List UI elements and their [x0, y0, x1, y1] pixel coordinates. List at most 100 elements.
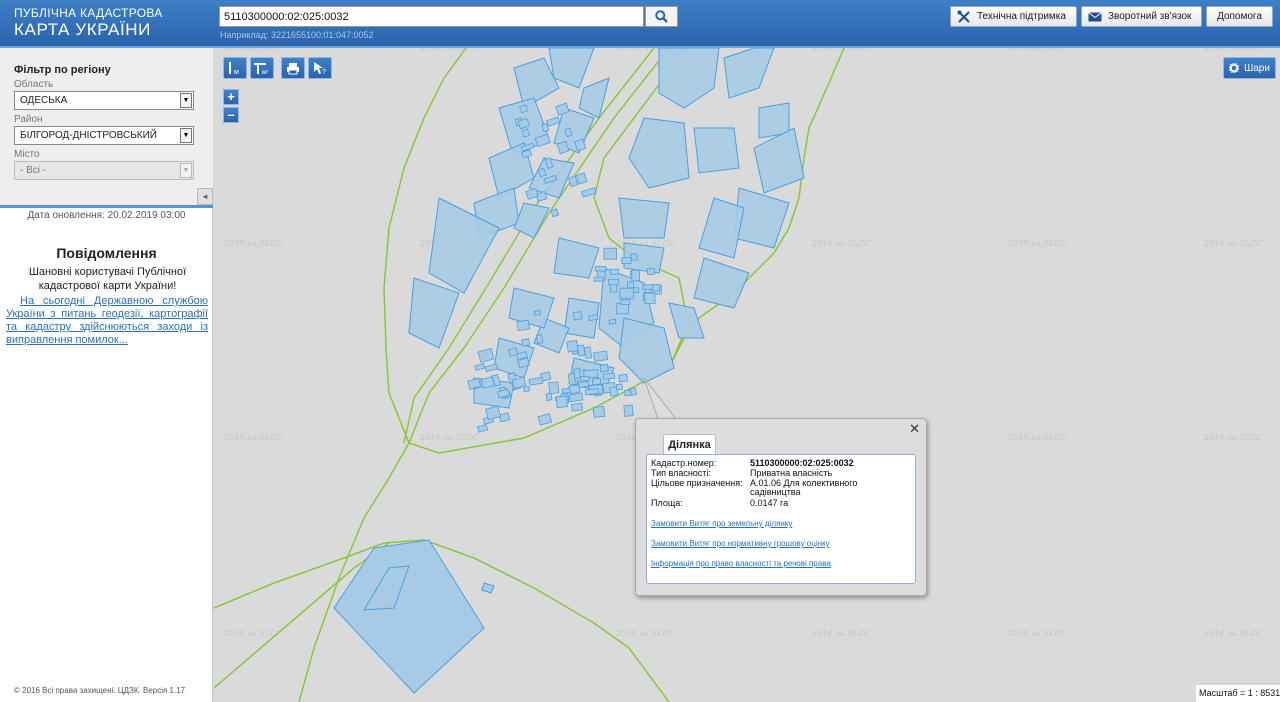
- parcel-shape: [484, 363, 499, 373]
- parcel-shape: [555, 395, 568, 409]
- watermark-text: 2018.на.SLCC: [1203, 239, 1263, 248]
- order-extract-link[interactable]: Замовити Витяг про земельну ділянку: [651, 519, 792, 528]
- watermark-text: 2018.на.SLCC: [1203, 433, 1263, 442]
- parcel-shape: [535, 334, 544, 344]
- notice-title: Повідомлення: [56, 245, 157, 261]
- parcel-shape: [631, 269, 640, 282]
- parcel-shape: [516, 319, 531, 332]
- purpose-value: А.01.06 Для колективного садівництва: [750, 478, 858, 497]
- chevron-down-icon: ▼: [180, 163, 192, 178]
- watermark-text: 2018.на.SLCC: [811, 48, 871, 52]
- cadastre-number-value: 5110300000:02:025:0032: [750, 458, 854, 468]
- parcel-shape: [575, 172, 588, 185]
- parcel-shape: [519, 104, 529, 114]
- raion-label: Район: [14, 114, 43, 125]
- collapse-panel-button[interactable]: ◄: [197, 188, 213, 205]
- oblast-label: Область: [14, 79, 54, 90]
- raion-select[interactable]: БІЛГОРОД-ДНІСТРОВСЬКИЙ ▼: [14, 126, 194, 145]
- search-button[interactable]: [645, 6, 678, 27]
- layers-label: Шари: [1244, 62, 1270, 74]
- parcel-shape: [588, 313, 599, 321]
- ownership-info-link[interactable]: Інформація про право власності та речові…: [651, 559, 831, 568]
- help-button[interactable]: Допомога: [1206, 6, 1273, 27]
- parcel-shape: [485, 405, 502, 421]
- popup-body: Кадастр.номер: 5110300000:02:025:0032 Ти…: [646, 454, 916, 584]
- parcel-shape: [616, 302, 629, 315]
- tab-parcel[interactable]: Ділянка: [663, 434, 716, 455]
- layers-button[interactable]: Шари: [1223, 57, 1276, 79]
- cursor-question-icon: ?: [314, 62, 326, 75]
- raion-value: БІЛГОРОД-ДНІСТРОВСЬКИЙ: [20, 130, 157, 141]
- copyright: © 2016 Всі права захищені. ЦДЗК. Версія …: [14, 686, 186, 695]
- measure-area-button[interactable]: м²: [250, 57, 274, 79]
- update-date: Дата оновлення: 20.02.2019 03:00: [27, 210, 186, 221]
- misto-label: Місто: [14, 149, 40, 160]
- notice-link[interactable]: На сьогодні Державною службою України з …: [6, 295, 208, 347]
- parcel-shape: [630, 253, 638, 261]
- misto-select[interactable]: - Всі - ▼: [14, 161, 194, 180]
- filter-title: Фільтр по регіону: [14, 64, 111, 76]
- close-icon[interactable]: ✕: [909, 421, 920, 437]
- parcel-shape: [474, 363, 486, 371]
- cadastral-search-input[interactable]: [219, 6, 644, 27]
- measure-length-button[interactable]: м: [223, 57, 247, 79]
- parcel-shape: [608, 278, 620, 286]
- zoom-out-button[interactable]: –: [223, 107, 239, 123]
- parcel-shape: [592, 350, 609, 362]
- chevron-down-icon: ▼: [180, 128, 192, 143]
- parcel-shape: [545, 392, 553, 401]
- parcel-shape: [550, 208, 560, 218]
- identify-button[interactable]: ?: [308, 57, 332, 79]
- tech-support-label: Технічна підтримка: [977, 11, 1066, 22]
- parcel-shape: [594, 266, 607, 272]
- logo-line-1: ПУБЛІЧНА КАДАСТРОВА: [14, 6, 163, 20]
- oblast-select[interactable]: ОДЕСЬКА ▼: [14, 91, 194, 110]
- parcel-shape: [537, 413, 553, 426]
- watermark-text: 2018.на.SLCC: [1007, 48, 1067, 52]
- watermark-text: 2018.на.SLCC: [811, 629, 871, 638]
- parcel-shape: [642, 284, 654, 290]
- parcel-shape: [615, 383, 623, 391]
- logo-line-2: КАРТА УКРАЇНИ: [14, 20, 151, 39]
- area-ruler-icon: м²: [254, 63, 268, 75]
- parcel-shape: [548, 381, 560, 395]
- parcel-shape: [573, 368, 581, 379]
- ownership-type-value: Приватна власність: [750, 468, 833, 478]
- parcel-shape: [624, 389, 632, 397]
- parcel-shape: [610, 268, 619, 275]
- feedback-button[interactable]: Зворотний зв'язок: [1081, 6, 1202, 27]
- parcel-shape: [623, 404, 634, 417]
- watermark-text: 2018.на.SLCC: [223, 239, 283, 248]
- watermark-text: 2018.на.SLCC: [1007, 239, 1067, 248]
- parcel-shape: [618, 373, 628, 383]
- ruler-icon: м: [229, 62, 239, 75]
- parcel-shape: [608, 318, 617, 325]
- watermark-text: 2018.на.SLCC: [811, 239, 871, 248]
- parcel-shape: [477, 423, 489, 433]
- watermark-text: 2018.на.SLCC: [1007, 629, 1067, 638]
- parcel-shape: [498, 412, 511, 423]
- watermark-text: 2018.на.SLCC: [1203, 48, 1263, 52]
- map-area[interactable]: 2018.на.SLCC 2018.на.SLCC 2018.на.SLCC 2018…: [214, 48, 1280, 702]
- parcel-shape: [545, 116, 561, 127]
- parcel-shape: [603, 247, 618, 260]
- map-canvas: 2018.на.SLCC 2018.на.SLCC 2018.на.SLCC 2018…: [214, 48, 1263, 702]
- print-button[interactable]: [281, 57, 305, 79]
- oblast-value: ОДЕСЬКА: [20, 95, 68, 106]
- header-bar: ПУБЛІЧНА КАДАСТРОВА КАРТА УКРАЇНИ Наприк…: [0, 0, 1280, 48]
- notice-text: Шановні користувачі Публічної кадастрово…: [28, 266, 187, 292]
- tech-support-button[interactable]: Технічна підтримка: [950, 6, 1077, 27]
- parcel-shape: [602, 372, 616, 380]
- parcel-shape: [561, 387, 571, 394]
- parcel-shape: [592, 406, 606, 418]
- parcel-shape: [583, 346, 593, 359]
- area-key: Площа:: [651, 498, 683, 508]
- zoom-in-button[interactable]: +: [223, 89, 239, 105]
- lower-parcel: [333, 539, 495, 694]
- watermark-text: 2018.на.SLCC: [223, 48, 283, 52]
- left-panel: Фільтр по регіону Область ОДЕСЬКА ▼ Райо…: [0, 48, 213, 702]
- parcel-shape: [644, 292, 656, 304]
- order-valuation-link[interactable]: Замовити Витяг про нормативну грошову оц…: [651, 539, 830, 548]
- site-logo[interactable]: ПУБЛІЧНА КАДАСТРОВА КАРТА УКРАЇНИ: [14, 6, 163, 40]
- popup-pointer: [643, 378, 678, 420]
